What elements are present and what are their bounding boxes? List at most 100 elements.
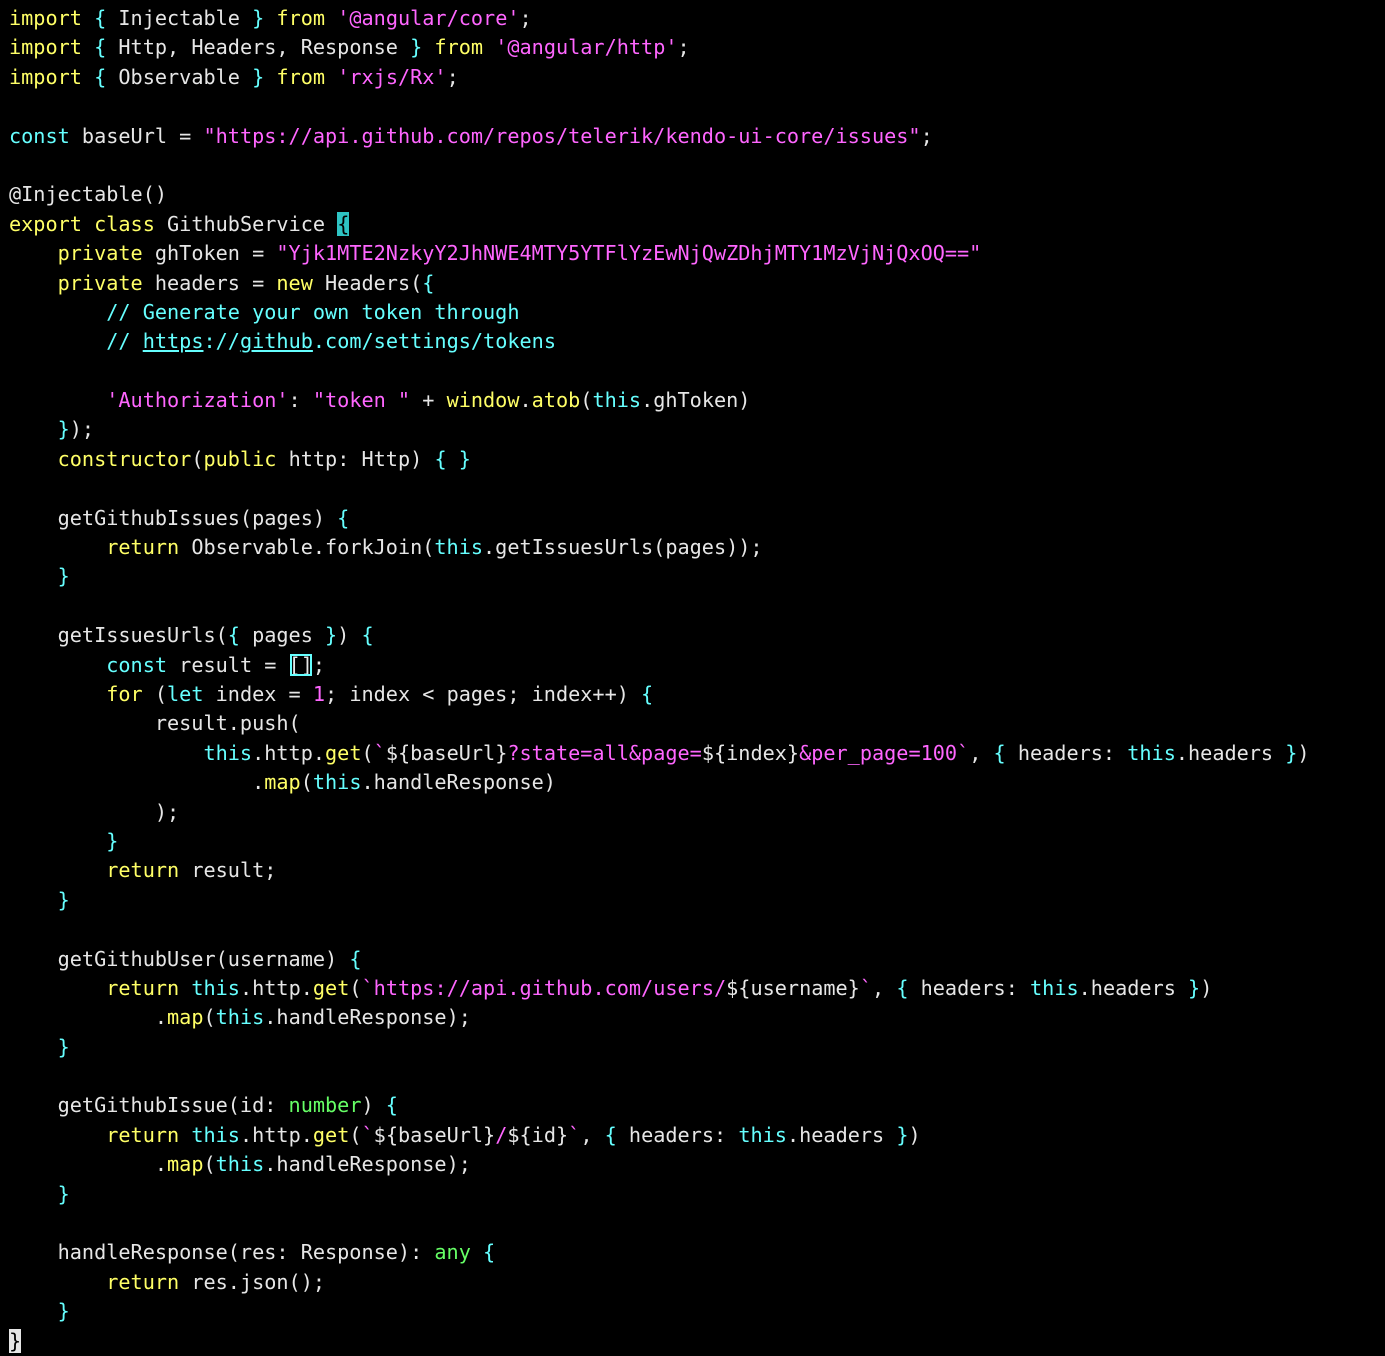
code-token: .headers — [1175, 740, 1286, 765]
code-token: :// — [203, 329, 240, 354]
code-line: } — [9, 562, 1379, 591]
code-token: https — [142, 329, 204, 354]
code-token: class — [94, 211, 155, 236]
code-token: ; — [312, 652, 326, 677]
code-token: ${baseUrl} — [373, 1122, 496, 1147]
code-token: ` — [361, 1122, 374, 1147]
code-token: this — [738, 1122, 787, 1147]
text-cursor: } — [9, 1328, 22, 1353]
code-token: return — [106, 858, 180, 883]
code-token: ; — [677, 35, 690, 60]
code-line: }); — [9, 415, 1379, 444]
code-token: getGithubIssue(id: — [9, 1093, 289, 1118]
code-line: return this.http.get(`${baseUrl}/${id}`,… — [9, 1121, 1379, 1150]
code-token: .http. — [239, 975, 313, 1000]
code-token: . — [9, 1152, 168, 1177]
code-token: , — [580, 1122, 605, 1147]
code-token: this — [191, 975, 240, 1000]
code-token: get — [325, 740, 362, 765]
code-token: this — [1030, 975, 1079, 1000]
code-token: getIssuesUrls( — [9, 623, 228, 648]
code-token: map — [264, 770, 301, 795]
code-token: .http. — [252, 740, 326, 765]
code-token: headers: — [616, 1122, 739, 1147]
code-line: // https://github.com/settings/tokens — [9, 327, 1379, 356]
code-token: any — [434, 1240, 471, 1265]
code-token: { — [483, 1240, 496, 1265]
code-line: return result; — [9, 856, 1379, 885]
code-line: import { Injectable } from '@angular/cor… — [9, 4, 1379, 33]
code-token: + — [410, 388, 447, 413]
code-line: } — [9, 827, 1379, 856]
code-token: this — [592, 388, 642, 413]
code-token: .headers — [786, 1122, 897, 1147]
code-token: get — [312, 1122, 350, 1147]
code-token: getGithubUser(username) — [9, 946, 350, 971]
code-token: for — [106, 681, 143, 706]
code-token: { } — [434, 446, 471, 471]
code-line: return Observable.forkJoin(this.getIssue… — [9, 533, 1379, 562]
code-token: } — [57, 887, 70, 912]
code-token: { — [422, 270, 435, 295]
code-token: public — [203, 446, 277, 471]
code-token: ) — [1297, 740, 1310, 765]
code-line: ); — [9, 798, 1379, 827]
code-token: '@angular/http' — [495, 35, 678, 60]
code-editor[interactable]: import { Injectable } from '@angular/cor… — [9, 4, 1379, 1356]
code-token: { — [337, 211, 350, 236]
code-line: const result = []; — [9, 651, 1379, 680]
code-line: getGithubUser(username) { — [9, 945, 1379, 974]
code-token: getGithubIssues(pages) — [9, 505, 338, 530]
code-token: export — [9, 211, 82, 236]
code-token: } — [106, 828, 119, 853]
code-line: } — [9, 1033, 1379, 1062]
code-token: Observable.forkJoin( — [179, 535, 435, 560]
code-token: this — [434, 535, 484, 560]
code-token: map — [167, 1005, 204, 1030]
code-token: ${id} — [507, 1122, 569, 1147]
code-token: ); — [9, 799, 180, 824]
code-token: Observable — [106, 64, 253, 89]
code-token: ${baseUrl} — [385, 740, 508, 765]
code-token: ( — [203, 1152, 216, 1177]
code-token: Headers( — [312, 270, 423, 295]
code-token: number — [288, 1093, 362, 1118]
code-token: .handleResponse) — [361, 770, 556, 795]
code-token: index = — [203, 681, 313, 706]
code-line: } — [9, 886, 1379, 915]
code-token: import — [9, 6, 82, 30]
code-line: return this.http.get(`https://api.github… — [9, 974, 1379, 1003]
code-line: @Injectable() — [9, 180, 1379, 209]
code-token: { — [385, 1093, 398, 1118]
code-token: github — [239, 329, 313, 354]
code-token: ( — [191, 446, 204, 471]
code-token: import — [9, 64, 82, 89]
code-token: ` — [859, 975, 872, 1000]
code-token: import — [9, 35, 82, 60]
code-token: &per_page=100` — [799, 740, 970, 765]
code-token: ) — [337, 623, 362, 648]
code-token: "Yjk1MTE2NzkyY2JhNWE4MTY5YTFlYzEwNjQwZDh… — [276, 241, 982, 266]
code-token: [] — [288, 652, 313, 677]
code-token: 'rxjs/Rx' — [337, 64, 447, 89]
